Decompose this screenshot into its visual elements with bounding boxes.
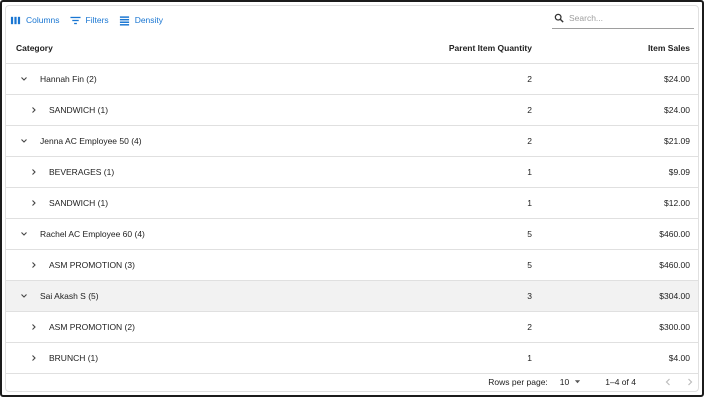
collapse-toggle[interactable] (20, 219, 28, 249)
item-sales-cell: $460.00 (659, 260, 690, 270)
item-sales-cell: $21.09 (664, 136, 690, 146)
grid-toolbar: Columns Filters Density (10, 9, 173, 31)
filters-label: Filters (85, 15, 109, 25)
category-cell: SANDWICH (1) (49, 198, 109, 208)
column-header-parent-item-quantity[interactable]: Parent Item Quantity (449, 33, 532, 63)
chevron-right-icon (32, 355, 36, 361)
expand-toggle[interactable] (30, 188, 38, 218)
parent-item-quantity-cell: 5 (527, 260, 532, 270)
group-row[interactable]: Rachel AC Employee 60 (4) 5 $460.00 (6, 219, 698, 250)
expand-toggle[interactable] (30, 250, 38, 280)
item-sales-cell: $24.00 (664, 105, 690, 115)
column-header-category[interactable]: Category (16, 33, 53, 63)
parent-item-quantity-cell: 2 (527, 74, 532, 84)
chevron-down-icon (21, 139, 27, 143)
previous-page-button[interactable] (660, 374, 676, 390)
subgroup-row[interactable]: SANDWICH (1) 1 $12.00 (6, 188, 698, 219)
chevron-right-icon (32, 107, 36, 113)
next-page-button[interactable] (682, 374, 698, 390)
chevron-down-icon (21, 232, 27, 236)
subgroup-row[interactable]: ASM PROMOTION (3) 5 $460.00 (6, 250, 698, 281)
parent-item-quantity-cell: 2 (527, 105, 532, 115)
group-row[interactable]: Hannah Fin (2) 2 $24.00 (6, 64, 698, 95)
pagination: Rows per page: 10 1–4 of 4 (6, 368, 698, 395)
group-row[interactable]: Sai Akash S (5) 3 $304.00 (6, 281, 698, 312)
density-label: Density (134, 15, 164, 25)
expand-toggle[interactable] (30, 312, 38, 342)
chevron-down-icon (21, 77, 27, 81)
collapse-toggle[interactable] (20, 281, 28, 311)
category-cell: Hannah Fin (2) (40, 74, 97, 84)
category-cell: Jenna AC Employee 50 (4) (40, 136, 142, 146)
item-sales-cell: $460.00 (659, 229, 690, 239)
search-field (552, 8, 694, 29)
density-button[interactable]: Density (119, 15, 163, 26)
item-sales-cell: $12.00 (664, 198, 690, 208)
parent-item-quantity-cell: 3 (527, 291, 532, 301)
columns-button[interactable]: Columns (10, 15, 60, 26)
filters-button[interactable]: Filters (70, 15, 109, 26)
chevron-right-icon (32, 200, 36, 206)
caret-down-icon (575, 380, 581, 384)
item-sales-cell: $304.00 (659, 291, 690, 301)
rows-per-page-select[interactable]: 10 (560, 377, 581, 387)
item-sales-cell: $300.00 (659, 322, 690, 332)
parent-item-quantity-cell: 2 (527, 136, 532, 146)
expand-toggle[interactable] (30, 157, 38, 187)
rows-per-page-value: 10 (559, 376, 570, 387)
grid-body: Category Parent Item Quantity Item Sales… (6, 33, 698, 374)
category-cell: SANDWICH (1) (49, 105, 109, 115)
columns-label: Columns (26, 15, 60, 25)
window-frame: Columns Filters Density Category Parent … (0, 0, 704, 397)
chevron-left-icon (665, 378, 670, 385)
group-row[interactable]: Jenna AC Employee 50 (4) 2 $21.09 (6, 126, 698, 157)
column-header-item-sales[interactable]: Item Sales (648, 33, 690, 63)
chevron-right-icon (32, 169, 36, 175)
subgroup-row[interactable]: BEVERAGES (1) 1 $9.09 (6, 157, 698, 188)
chevron-down-icon (21, 294, 27, 298)
parent-item-quantity-cell: 2 (527, 322, 532, 332)
chevron-right-icon (32, 262, 36, 268)
columns-icon (10, 16, 21, 24)
collapse-toggle[interactable] (20, 64, 28, 94)
chevron-right-icon (688, 378, 693, 385)
parent-item-quantity-cell: 5 (527, 229, 532, 239)
parent-item-quantity-cell: 1 (527, 167, 532, 177)
collapse-toggle[interactable] (20, 126, 28, 156)
category-cell: ASM PROMOTION (2) (49, 322, 135, 332)
expand-toggle[interactable] (30, 95, 38, 125)
category-cell: BEVERAGES (1) (49, 167, 115, 177)
filter-icon (70, 16, 81, 24)
category-cell: Rachel AC Employee 60 (4) (40, 229, 145, 239)
search-icon (554, 13, 564, 23)
subgroup-row[interactable]: SANDWICH (1) 2 $24.00 (6, 95, 698, 126)
search-input[interactable] (569, 13, 684, 23)
parent-item-quantity-cell: 1 (527, 198, 532, 208)
chevron-right-icon (32, 324, 36, 330)
column-header-row: Category Parent Item Quantity Item Sales (6, 33, 698, 64)
subgroup-row[interactable]: ASM PROMOTION (2) 2 $300.00 (6, 312, 698, 343)
page-range: 1–4 of 4 (605, 376, 636, 387)
category-cell: ASM PROMOTION (3) (49, 260, 135, 270)
item-sales-cell: $9.09 (668, 167, 690, 177)
rows-per-page-label: Rows per page: (488, 376, 548, 387)
category-cell: Sai Akash S (5) (40, 291, 99, 301)
density-icon (119, 15, 129, 26)
item-sales-cell: $24.00 (664, 74, 690, 84)
